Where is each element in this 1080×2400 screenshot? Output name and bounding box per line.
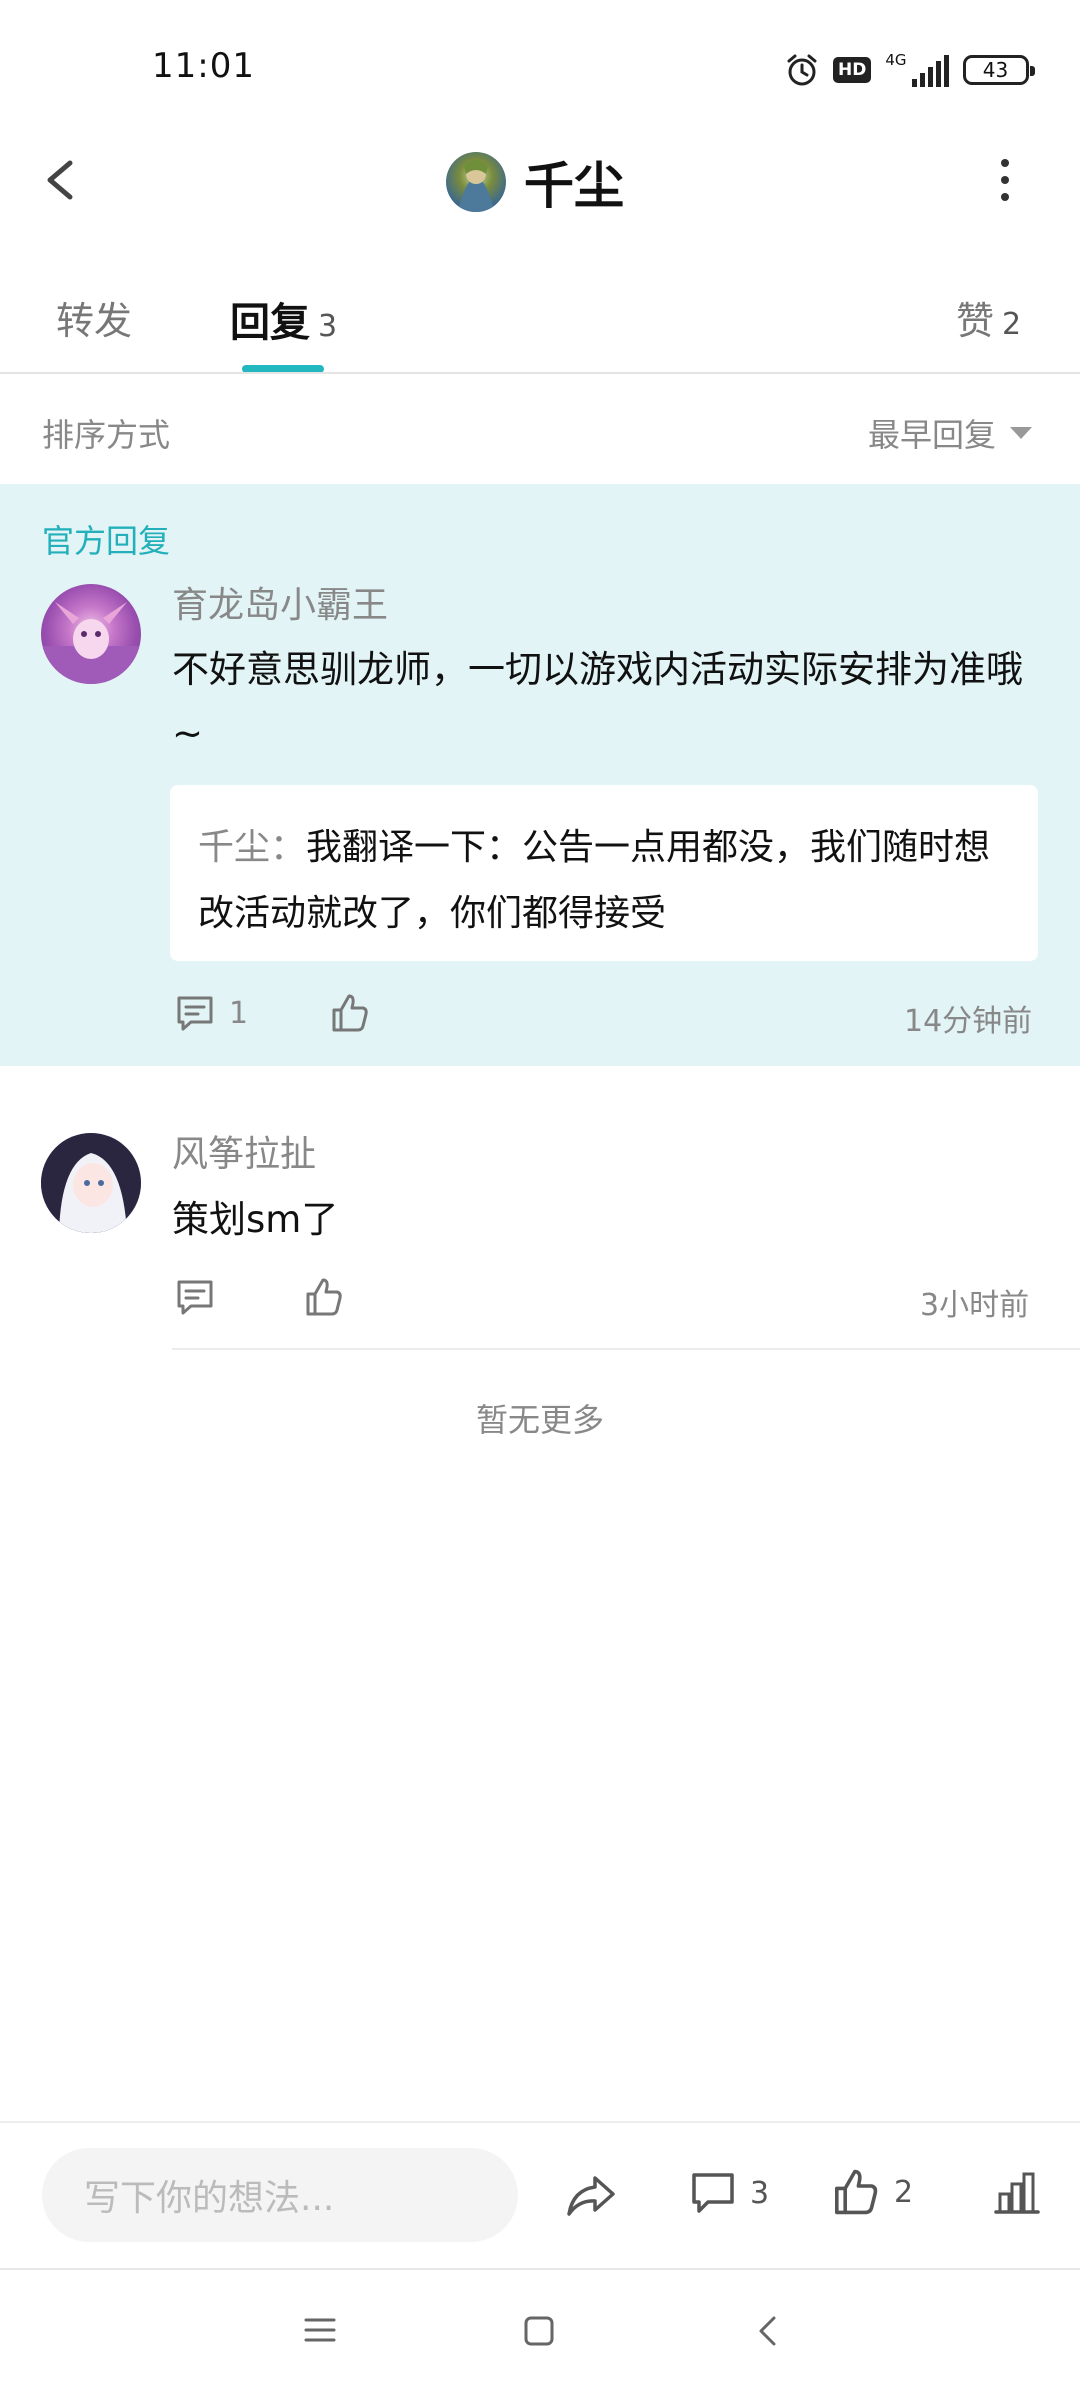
divider (172, 1348, 1080, 1350)
comment-count: 3 (750, 2175, 770, 2211)
avatar (446, 152, 506, 212)
chevron-left-icon (759, 2316, 776, 2346)
battery-icon: 43 (962, 55, 1035, 85)
quote-text: 我翻译一下：公告一点用都没，我们随时想改活动就改了，你们都得接受 (198, 827, 991, 934)
comment-bubble-icon (692, 2173, 734, 2213)
more-vertical-icon (1001, 159, 1009, 167)
system-back-button[interactable] (752, 2312, 782, 2350)
status-time: 11:01 (152, 46, 255, 86)
thumbs-up-icon (835, 2169, 878, 2215)
reply-author[interactable]: 育龙岛小霸王 (172, 576, 388, 628)
like-button[interactable] (304, 1277, 344, 1317)
comment-button[interactable] (175, 1277, 215, 1317)
tab-label: 赞 (956, 299, 995, 343)
back-button[interactable] (30, 145, 90, 215)
header-title[interactable]: 千尘 (446, 146, 624, 218)
like-post-button[interactable]: 2 (832, 2168, 913, 2216)
status-icons: HD 4G 43 (785, 50, 1035, 90)
menu-icon (304, 2318, 336, 2342)
input-placeholder: 写下你的想法... (84, 2178, 335, 2219)
hd-badge: HD (833, 57, 872, 83)
avatar[interactable] (41, 584, 141, 684)
share-button[interactable] (565, 2172, 617, 2220)
comment-count: 1 (229, 995, 249, 1031)
tab-likes[interactable]: 赞2 (956, 290, 1021, 345)
divider (0, 2268, 1080, 2270)
divider (0, 2121, 1080, 2123)
sort-dropdown[interactable]: 最早回复 (868, 410, 1033, 456)
reply-text: 不好意思驯龙师，一切以游戏内活动实际安排为准哦~ (172, 648, 1023, 755)
like-button[interactable] (330, 993, 370, 1033)
quote-author: 千尘 (198, 827, 271, 868)
alarm-icon (787, 54, 817, 86)
like-count: 2 (894, 2174, 914, 2210)
more-button[interactable] (990, 150, 1020, 210)
comment-icon (177, 1280, 213, 1315)
timestamp: 14分钟前 (904, 1004, 1033, 1039)
avatar[interactable] (41, 1133, 141, 1233)
bar-chart-icon (994, 2172, 1040, 2214)
thumbs-up-icon (332, 994, 368, 1032)
stats-button[interactable] (992, 2168, 1042, 2218)
network-type: 4G (885, 51, 907, 69)
official-reply-card (0, 484, 1080, 1066)
comment-icon (177, 996, 213, 1031)
sort-label: 排序方式 (42, 416, 171, 454)
share-arrow-icon (567, 2176, 615, 2216)
tab-count: 2 (1002, 307, 1022, 342)
no-more-label: 暂无更多 (475, 1401, 604, 1439)
tab-repost[interactable]: 转发 (56, 290, 132, 345)
caret-down-icon (1010, 427, 1033, 439)
home-button[interactable] (522, 2314, 556, 2348)
comment-input[interactable]: 写下你的想法... (42, 2148, 518, 2242)
reply-text: 策划sm了 (172, 1198, 339, 1241)
recent-apps-button[interactable] (302, 2314, 338, 2346)
timestamp: 3小时前 (920, 1288, 1030, 1323)
thumbs-up-icon (306, 1278, 342, 1316)
signal-icon: 4G (885, 51, 949, 87)
divider (0, 372, 1080, 374)
tab-label: 转发 (56, 299, 133, 343)
official-reply-badge: 官方回复 (42, 522, 171, 560)
quote-separator: ： (270, 827, 307, 868)
page-title: 千尘 (524, 157, 624, 215)
sort-value: 最早回复 (868, 416, 997, 454)
quoted-reply[interactable]: 千尘：我翻译一下：公告一点用都没，我们随时想改活动就改了，你们都得接受 (170, 785, 1038, 961)
tab-label: 回复 (230, 300, 310, 346)
comment-button[interactable]: 1 (175, 993, 248, 1033)
square-icon (524, 2316, 554, 2346)
tab-count: 3 (318, 309, 338, 344)
tab-replies[interactable]: 回复 3 (230, 290, 337, 348)
reply-author[interactable]: 风筝拉扯 (172, 1125, 316, 1177)
chevron-left-icon (47, 160, 73, 200)
comments-button[interactable]: 3 (690, 2170, 769, 2216)
